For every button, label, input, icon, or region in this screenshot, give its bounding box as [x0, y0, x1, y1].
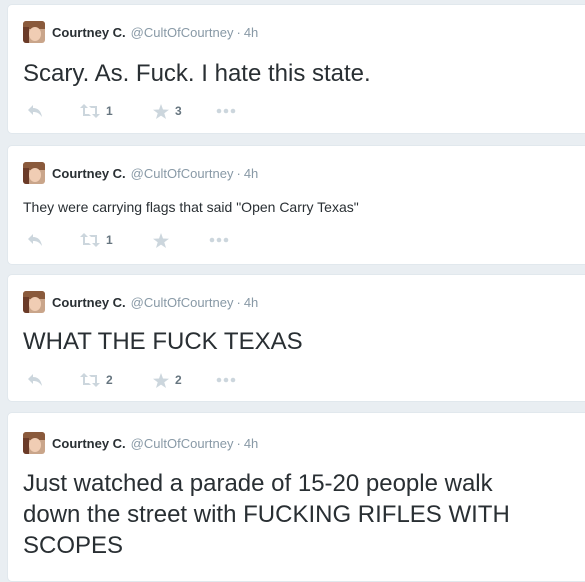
- separator: ·: [236, 165, 241, 181]
- display-name[interactable]: Courtney C.: [52, 295, 126, 310]
- more-button[interactable]: [209, 232, 229, 248]
- display-name[interactable]: Courtney C.: [52, 436, 126, 451]
- separator: ·: [236, 294, 241, 310]
- retweet-icon: [80, 104, 100, 118]
- tweet-header: Courtney C. @CultOfCourtney · 4h: [23, 432, 258, 454]
- retweet-count: 2: [106, 373, 113, 387]
- tweet-card[interactable]: Courtney C. @CultOfCourtney · 4h Scary. …: [7, 4, 585, 134]
- favorite-count: 2: [175, 373, 182, 387]
- reply-button[interactable]: [27, 372, 43, 388]
- tweet-text: They were carrying flags that said "Open…: [23, 199, 359, 215]
- retweet-button[interactable]: 1: [80, 103, 113, 119]
- star-icon: [153, 372, 169, 388]
- tweet-text: Scary. As. Fuck. I hate this state.: [23, 60, 371, 87]
- more-button[interactable]: [216, 372, 236, 388]
- retweet-icon: [80, 233, 100, 247]
- user-handle[interactable]: @CultOfCourtney: [131, 295, 234, 310]
- timestamp[interactable]: 4h: [244, 166, 258, 181]
- more-icon: [209, 237, 229, 243]
- retweet-count: 1: [106, 233, 113, 247]
- timestamp[interactable]: 4h: [244, 25, 258, 40]
- user-handle[interactable]: @CultOfCourtney: [131, 166, 234, 181]
- timestamp[interactable]: 4h: [244, 295, 258, 310]
- avatar[interactable]: [23, 291, 45, 313]
- tweet-header: Courtney C. @CultOfCourtney · 4h: [23, 162, 258, 184]
- user-handle[interactable]: @CultOfCourtney: [131, 25, 234, 40]
- reply-icon: [27, 233, 43, 247]
- avatar[interactable]: [23, 162, 45, 184]
- favorite-button[interactable]: 2: [153, 372, 182, 388]
- favorite-button[interactable]: [153, 232, 175, 248]
- user-handle[interactable]: @CultOfCourtney: [131, 436, 234, 451]
- favorite-count: 3: [175, 104, 182, 118]
- retweet-count: 1: [106, 104, 113, 118]
- separator: ·: [236, 435, 241, 451]
- separator: ·: [236, 24, 241, 40]
- star-icon: [153, 232, 169, 248]
- favorite-button[interactable]: 3: [153, 103, 182, 119]
- avatar[interactable]: [23, 432, 45, 454]
- tweet-card[interactable]: Courtney C. @CultOfCourtney · 4h WHAT TH…: [7, 274, 585, 402]
- retweet-button[interactable]: 2: [80, 372, 113, 388]
- more-icon: [216, 108, 236, 114]
- display-name[interactable]: Courtney C.: [52, 166, 126, 181]
- reply-icon: [27, 373, 43, 387]
- more-icon: [216, 377, 236, 383]
- reply-button[interactable]: [27, 103, 43, 119]
- tweet-card[interactable]: Courtney C. @CultOfCourtney · 4h Just wa…: [7, 412, 585, 582]
- avatar[interactable]: [23, 21, 45, 43]
- tweet-text: Just watched a parade of 15-20 people wa…: [23, 470, 510, 559]
- reply-icon: [27, 104, 43, 118]
- retweet-icon: [80, 373, 100, 387]
- tweet-header: Courtney C. @CultOfCourtney · 4h: [23, 291, 258, 313]
- retweet-button[interactable]: 1: [80, 232, 113, 248]
- more-button[interactable]: [216, 103, 236, 119]
- reply-button[interactable]: [27, 232, 43, 248]
- timestamp[interactable]: 4h: [244, 436, 258, 451]
- display-name[interactable]: Courtney C.: [52, 25, 126, 40]
- star-icon: [153, 103, 169, 119]
- tweet-card[interactable]: Courtney C. @CultOfCourtney · 4h They we…: [7, 145, 585, 265]
- tweet-text: WHAT THE FUCK TEXAS: [23, 328, 303, 355]
- tweet-header: Courtney C. @CultOfCourtney · 4h: [23, 21, 258, 43]
